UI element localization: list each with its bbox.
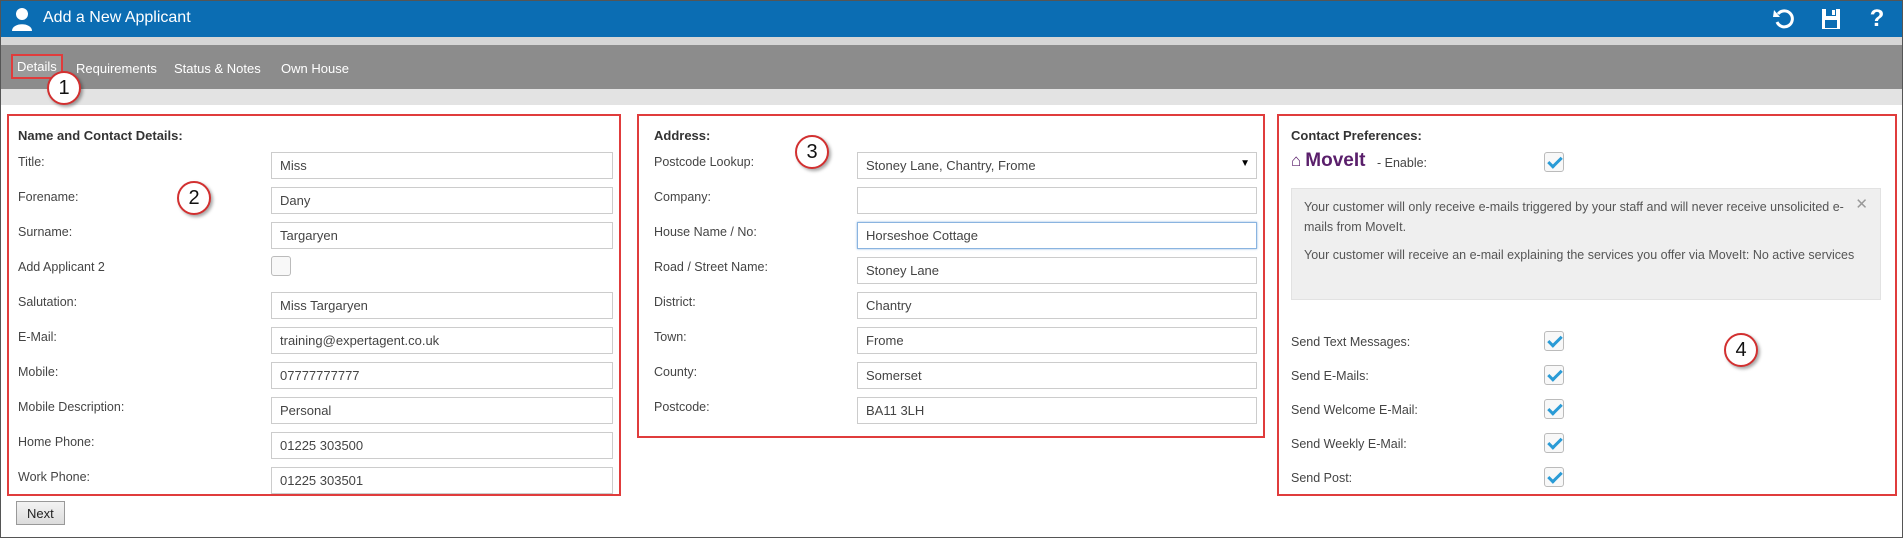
send-emails-label: Send E-Mails: bbox=[1291, 369, 1369, 383]
forename-label: Forename: bbox=[18, 190, 79, 204]
moveit-info-text-2: Your customer will receive an e-mail exp… bbox=[1304, 248, 1855, 262]
postcode-lookup-value: Stoney Lane, Chantry, Frome bbox=[866, 158, 1036, 173]
title-actions: ? bbox=[1772, 6, 1890, 32]
town-label: Town: bbox=[654, 330, 687, 344]
mobile-description-label: Mobile Description: bbox=[18, 400, 125, 414]
work-phone-field[interactable]: 01225 303501 bbox=[271, 467, 613, 494]
street-name-label: Road / Street Name: bbox=[654, 260, 768, 274]
send-post-checkbox[interactable] bbox=[1544, 467, 1564, 487]
salutation-label: Salutation: bbox=[18, 295, 78, 309]
title-label: Title: bbox=[18, 155, 45, 169]
send-post-label: Send Post: bbox=[1291, 471, 1353, 485]
close-icon[interactable]: ✕ bbox=[1855, 195, 1868, 215]
address-panel: Address: Postcode Lookup: Stoney Lane, C… bbox=[637, 114, 1265, 438]
window-title: Add a New Applicant bbox=[43, 9, 191, 26]
surname-field[interactable]: Targaryen bbox=[271, 222, 613, 249]
county-label: County: bbox=[654, 365, 698, 379]
postcode-lookup-select[interactable]: Stoney Lane, Chantry, Frome ▼ bbox=[857, 152, 1257, 179]
house-name-field[interactable]: Horseshoe Cottage bbox=[857, 222, 1257, 249]
district-field[interactable]: Chantry bbox=[857, 292, 1257, 319]
callout-3: 3 bbox=[795, 135, 829, 169]
dropdown-caret-icon: ▼ bbox=[1240, 158, 1250, 169]
email-field[interactable]: training@expertagent.co.uk bbox=[271, 327, 613, 354]
add-applicant-2-checkbox[interactable] bbox=[271, 256, 291, 276]
house-name-label: House Name / No: bbox=[654, 225, 757, 239]
contact-details-heading: Name and Contact Details: bbox=[18, 128, 183, 143]
forename-field[interactable]: Dany bbox=[271, 187, 613, 214]
tab-bar: Details Requirements Status & Notes Own … bbox=[1, 45, 1902, 89]
contact-preferences-heading: Contact Preferences: bbox=[1291, 128, 1422, 143]
contact-preferences-panel: Contact Preferences: ⌂ MoveIt - Enable: ✕… bbox=[1277, 114, 1897, 496]
save-icon[interactable] bbox=[1818, 6, 1844, 32]
postcode-field[interactable]: BA11 3LH bbox=[857, 397, 1257, 424]
mobile-field[interactable]: 07777777777 bbox=[271, 362, 613, 389]
tab-status-notes[interactable]: Status & Notes bbox=[174, 61, 261, 76]
county-field[interactable]: Somerset bbox=[857, 362, 1257, 389]
surname-label: Surname: bbox=[18, 225, 73, 239]
home-phone-field[interactable]: 01225 303500 bbox=[271, 432, 613, 459]
title-field[interactable]: Miss bbox=[271, 152, 613, 179]
callout-4: 4 bbox=[1724, 333, 1758, 367]
email-label: E-Mail: bbox=[18, 330, 57, 344]
moveit-enable-label: - Enable: bbox=[1377, 156, 1428, 170]
mobile-description-field[interactable]: Personal bbox=[271, 397, 613, 424]
tab-divider bbox=[1, 89, 1902, 105]
tab-own-house[interactable]: Own House bbox=[281, 61, 349, 76]
mobile-label: Mobile: bbox=[18, 365, 59, 379]
house-icon: ⌂ bbox=[1291, 151, 1302, 170]
moveit-logo: ⌂ MoveIt bbox=[1291, 150, 1366, 171]
tab-requirements[interactable]: Requirements bbox=[76, 61, 157, 76]
moveit-info-text-1: Your customer will only receive e-mails … bbox=[1304, 200, 1844, 234]
contact-details-panel: Name and Contact Details: Title: Miss Fo… bbox=[7, 114, 621, 496]
address-heading: Address: bbox=[654, 128, 711, 143]
help-icon[interactable]: ? bbox=[1864, 6, 1890, 32]
home-phone-label: Home Phone: bbox=[18, 435, 95, 449]
postcode-label: Postcode: bbox=[654, 400, 710, 414]
title-bar: Add a New Applicant ? bbox=[1, 1, 1902, 37]
send-welcome-email-checkbox[interactable] bbox=[1544, 399, 1564, 419]
work-phone-label: Work Phone: bbox=[18, 470, 91, 484]
user-icon bbox=[12, 8, 32, 31]
moveit-info-box: ✕ Your customer will only receive e-mail… bbox=[1291, 188, 1881, 300]
town-field[interactable]: Frome bbox=[857, 327, 1257, 354]
add-applicant-2-label: Add Applicant 2 bbox=[18, 260, 105, 274]
send-weekly-email-label: Send Weekly E-Mail: bbox=[1291, 437, 1407, 451]
send-text-messages-checkbox[interactable] bbox=[1544, 331, 1564, 351]
send-text-messages-label: Send Text Messages: bbox=[1291, 335, 1411, 349]
title-divider bbox=[1, 37, 1902, 45]
callout-2: 2 bbox=[177, 181, 211, 215]
callout-1: 1 bbox=[47, 71, 81, 105]
postcode-lookup-label: Postcode Lookup: bbox=[654, 155, 755, 169]
send-emails-checkbox[interactable] bbox=[1544, 365, 1564, 385]
send-weekly-email-checkbox[interactable] bbox=[1544, 433, 1564, 453]
moveit-enable-checkbox[interactable] bbox=[1544, 152, 1564, 172]
salutation-field[interactable]: Miss Targaryen bbox=[271, 292, 613, 319]
send-welcome-email-label: Send Welcome E-Mail: bbox=[1291, 403, 1418, 417]
company-field[interactable] bbox=[857, 187, 1257, 214]
district-label: District: bbox=[654, 295, 696, 309]
undo-icon[interactable] bbox=[1772, 6, 1798, 32]
street-name-field[interactable]: Stoney Lane bbox=[857, 257, 1257, 284]
next-button[interactable]: Next bbox=[16, 501, 65, 525]
company-label: Company: bbox=[654, 190, 711, 204]
